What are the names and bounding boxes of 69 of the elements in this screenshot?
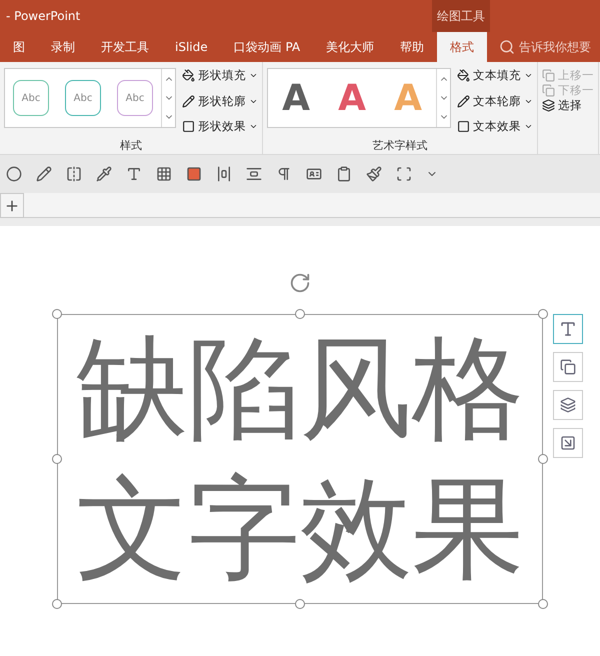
ribbon-command[interactable]: 形状填充	[182, 68, 258, 83]
ribbon-tab[interactable]: 录制	[38, 32, 88, 62]
ribbon-tab[interactable]: 图	[0, 32, 38, 62]
command-icon[interactable]	[182, 94, 195, 108]
ribbon-command[interactable]: 形状效果	[182, 119, 258, 134]
resize-icon	[560, 435, 576, 451]
layers-icon	[560, 397, 576, 413]
resize-handle[interactable]	[538, 599, 548, 609]
ribbon-tab[interactable]: 开发工具	[88, 32, 162, 62]
command-icon[interactable]	[182, 120, 195, 133]
paragraph-icon[interactable]	[276, 166, 292, 182]
slide-text: 文字效果	[76, 463, 524, 596]
edit-shape-icon[interactable]	[36, 166, 52, 182]
caret-icon[interactable]	[249, 122, 258, 131]
ribbon-tab[interactable]: iSlide	[162, 32, 221, 62]
rotate-handle-icon[interactable]	[289, 272, 311, 294]
distribute-icon[interactable]	[216, 166, 232, 182]
resize-handle[interactable]	[52, 454, 62, 464]
shape-style[interactable]: Abc	[117, 80, 153, 116]
ribbon-tab[interactable]: 帮助	[387, 32, 438, 62]
caret-icon[interactable]	[524, 71, 533, 80]
shape-style[interactable]: Abc	[13, 80, 49, 116]
ribbon-command[interactable]: 形状轮廓	[182, 94, 258, 108]
format-painter-icon[interactable]	[366, 166, 382, 182]
resize-handle[interactable]	[538, 309, 548, 319]
plus-icon	[4, 198, 20, 214]
align-icon[interactable]	[246, 166, 262, 182]
shape-style[interactable]: Abc	[65, 80, 101, 116]
paste-icon[interactable]	[336, 166, 352, 182]
ribbon-command[interactable]: 文本轮廓	[457, 94, 533, 108]
fit-icon[interactable]	[396, 166, 412, 182]
window-title: - PowerPoint	[6, 9, 80, 23]
ribbon-tab[interactable]: 口袋动画 PA	[220, 32, 314, 62]
resize-handle[interactable]	[295, 309, 305, 319]
slide-text: 缺陷风格	[76, 323, 524, 456]
resize-handle[interactable]	[538, 454, 548, 464]
ribbon-command[interactable]: 文本效果	[457, 119, 533, 134]
ribbon-tab[interactable]: 格式	[437, 32, 488, 62]
command-icon[interactable]	[542, 99, 555, 112]
text-color-icon[interactable]	[126, 166, 142, 182]
caret-icon[interactable]	[249, 71, 258, 80]
resize-button[interactable]	[553, 428, 583, 458]
command-icon[interactable]	[457, 94, 470, 108]
caret-icon[interactable]	[524, 122, 533, 131]
wordart-style[interactable]: A	[276, 78, 316, 118]
wordart-style[interactable]: A	[332, 78, 372, 118]
resize-handle[interactable]	[295, 599, 305, 609]
ribbon-command[interactable]: 选择	[542, 98, 594, 113]
color-icon[interactable]	[186, 166, 202, 182]
command-icon[interactable]	[457, 120, 470, 133]
eyedropper-icon[interactable]	[96, 166, 112, 182]
grid-icon[interactable]	[156, 166, 172, 182]
search-field[interactable]: 告诉我你想要	[487, 32, 592, 62]
letter-icon	[559, 320, 577, 338]
ribbon-command[interactable]: 文本填充	[457, 68, 533, 83]
group-label: 样式	[119, 138, 143, 154]
command-icon[interactable]	[457, 69, 470, 82]
command-icon[interactable]	[182, 69, 195, 82]
layout-options-button[interactable]	[553, 314, 583, 344]
group-label: 艺术字样式	[372, 138, 428, 154]
context-tab-header: 绘图工具	[432, 0, 490, 32]
add-tab-button[interactable]	[0, 193, 24, 218]
text-box-icon[interactable]	[306, 166, 322, 182]
copy-icon	[560, 359, 576, 375]
ribbon-tab[interactable]: 美化大师	[313, 32, 388, 62]
resize-handle[interactable]	[52, 599, 62, 609]
text-box[interactable]: 缺陷风格 文字效果	[51, 308, 549, 610]
search-icon	[499, 39, 516, 55]
resize-handle[interactable]	[52, 309, 62, 319]
